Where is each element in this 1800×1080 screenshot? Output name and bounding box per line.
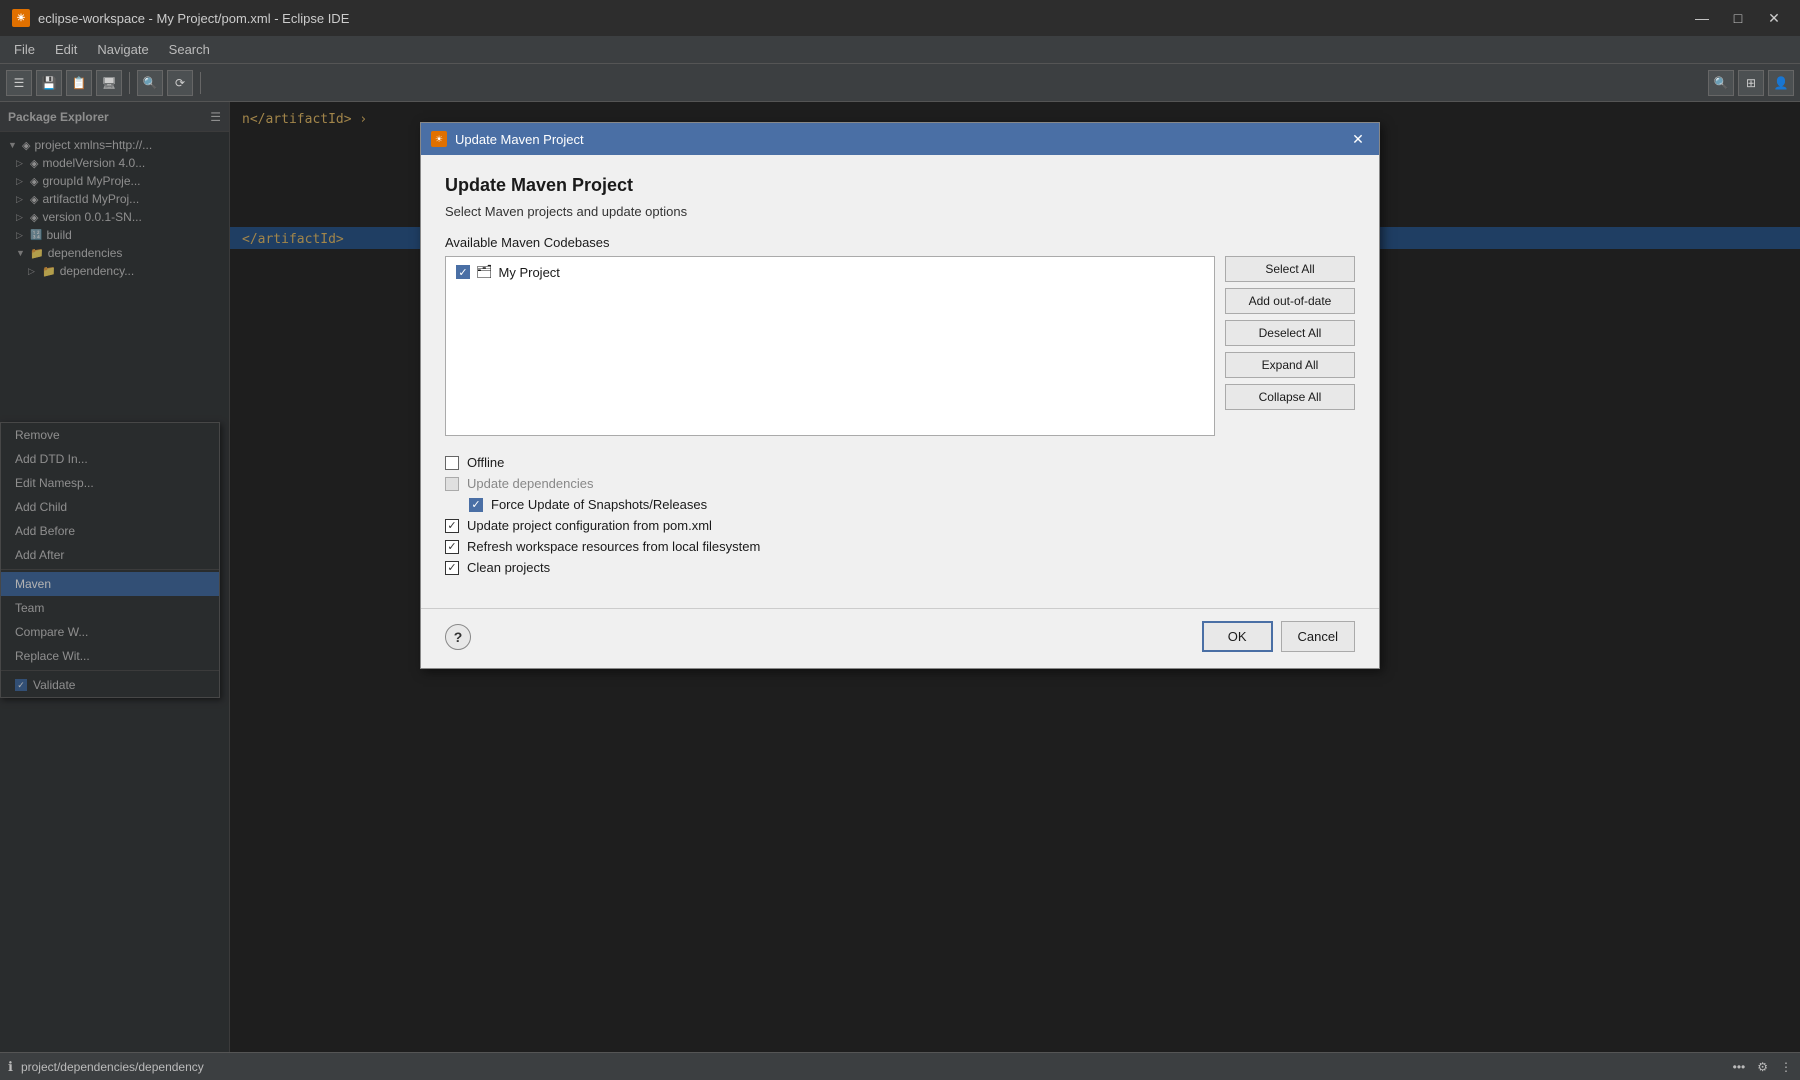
footer-buttons: OK Cancel — [1202, 621, 1355, 652]
project-icon: 🗂 — [476, 264, 493, 280]
menu-bar: File Edit Navigate Search — [0, 36, 1800, 64]
deselect-all-button[interactable]: Deselect All — [1225, 320, 1355, 346]
option-row-update-config: Update project configuration from pom.xm… — [445, 515, 1355, 536]
status-right: ••• ⚙ ⋮ — [1733, 1060, 1792, 1074]
dialog-close-button[interactable]: ✕ — [1347, 128, 1369, 150]
codebase-list: ✓ 🗂 My Project — [445, 256, 1215, 436]
update-maven-dialog: ☀ Update Maven Project ✕ Update Maven Pr… — [420, 122, 1380, 669]
status-icon: ℹ — [8, 1059, 13, 1075]
codebase-item-myproject[interactable]: ✓ 🗂 My Project — [450, 261, 1210, 283]
status-left: ℹ project/dependencies/dependency — [8, 1059, 204, 1075]
status-text: project/dependencies/dependency — [21, 1060, 204, 1074]
new-button[interactable]: ☰ — [6, 70, 32, 96]
clean-projects-label: Clean projects — [467, 560, 550, 575]
dialog-titlebar-left: ☀ Update Maven Project — [431, 131, 584, 147]
cancel-button[interactable]: Cancel — [1281, 621, 1355, 652]
main-area: Package Explorer ☰ ▼ ◈ project xmlns=htt… — [0, 102, 1800, 1052]
offline-label: Offline — [467, 455, 504, 470]
dialog-title: Update Maven Project — [455, 132, 584, 147]
dialog-body: Update Maven Project Select Maven projec… — [421, 155, 1379, 598]
refresh-workspace-checkbox[interactable] — [445, 540, 459, 554]
global-search-button[interactable]: 🔍 — [1708, 70, 1734, 96]
title-bar: ☀ eclipse-workspace - My Project/pom.xml… — [0, 0, 1800, 36]
menu-edit[interactable]: Edit — [45, 39, 87, 60]
status-dots: ••• — [1733, 1060, 1746, 1074]
update-deps-label: Update dependencies — [467, 476, 594, 491]
codebase-checkbox-myproject[interactable]: ✓ — [456, 265, 470, 279]
option-row-refresh-workspace: Refresh workspace resources from local f… — [445, 536, 1355, 557]
toolbar-sep-1 — [129, 72, 130, 94]
window-controls: — □ ✕ — [1688, 8, 1788, 28]
dialog-footer: ? OK Cancel — [421, 608, 1379, 668]
ok-button[interactable]: OK — [1202, 621, 1273, 652]
save-button[interactable]: 💾 — [36, 70, 62, 96]
status-bar: ℹ project/dependencies/dependency ••• ⚙ … — [0, 1052, 1800, 1080]
help-button[interactable]: ? — [445, 624, 471, 650]
refresh-workspace-label: Refresh workspace resources from local f… — [467, 539, 760, 554]
update-config-checkbox[interactable] — [445, 519, 459, 533]
dialog-subtitle: Select Maven projects and update options — [445, 204, 1355, 219]
codebase-label-myproject: My Project — [499, 265, 560, 280]
collapse-all-button[interactable]: Collapse All — [1225, 384, 1355, 410]
search-toolbar-button[interactable]: 🔍 — [137, 70, 163, 96]
option-row-clean-projects: Clean projects — [445, 557, 1355, 578]
refresh-button[interactable]: ⟳ — [167, 70, 193, 96]
toolbar: ☰ 💾 📋 🖥 🔍 ⟳ 🔍 ⊞ 👤 — [0, 64, 1800, 102]
toolbar-sep-2 — [200, 72, 201, 94]
print-button[interactable]: 🖥 — [96, 70, 122, 96]
eclipse-icon: ☀ — [12, 9, 30, 27]
perspective-button[interactable]: ⊞ — [1738, 70, 1764, 96]
options-section: Offline Update dependencies Force Update… — [445, 452, 1355, 578]
codebase-buttons: Select All Add out-of-date Deselect All … — [1225, 256, 1355, 436]
update-config-label: Update project configuration from pom.xm… — [467, 518, 712, 533]
force-update-label: Force Update of Snapshots/Releases — [491, 497, 707, 512]
update-deps-checkbox — [445, 477, 459, 491]
maximize-button[interactable]: □ — [1724, 8, 1752, 28]
dialog-titlebar: ☀ Update Maven Project ✕ — [421, 123, 1379, 155]
status-more: ⋮ — [1780, 1060, 1792, 1074]
tips-button[interactable]: 👤 — [1768, 70, 1794, 96]
dialog-overlay: ☀ Update Maven Project ✕ Update Maven Pr… — [0, 102, 1800, 1052]
clean-projects-checkbox[interactable] — [445, 561, 459, 575]
option-row-offline: Offline — [445, 452, 1355, 473]
codebase-section: ✓ 🗂 My Project Select All Add out-of-dat… — [445, 256, 1355, 436]
select-all-button[interactable]: Select All — [1225, 256, 1355, 282]
dialog-title-icon: ☀ — [431, 131, 447, 147]
dialog-main-title: Update Maven Project — [445, 175, 1355, 196]
option-row-force-update: Force Update of Snapshots/Releases — [445, 494, 1355, 515]
force-update-checkbox[interactable] — [469, 498, 483, 512]
title-bar-left: ☀ eclipse-workspace - My Project/pom.xml… — [12, 9, 349, 27]
status-gear: ⚙ — [1757, 1060, 1768, 1074]
close-window-button[interactable]: ✕ — [1760, 8, 1788, 28]
section-label: Available Maven Codebases — [445, 235, 1355, 250]
save-all-button[interactable]: 📋 — [66, 70, 92, 96]
window-title: eclipse-workspace - My Project/pom.xml -… — [38, 11, 349, 26]
expand-all-button[interactable]: Expand All — [1225, 352, 1355, 378]
offline-checkbox[interactable] — [445, 456, 459, 470]
menu-file[interactable]: File — [4, 39, 45, 60]
option-row-update-deps: Update dependencies — [445, 473, 1355, 494]
menu-search[interactable]: Search — [159, 39, 220, 60]
add-out-of-date-button[interactable]: Add out-of-date — [1225, 288, 1355, 314]
minimize-button[interactable]: — — [1688, 8, 1716, 28]
menu-navigate[interactable]: Navigate — [87, 39, 158, 60]
